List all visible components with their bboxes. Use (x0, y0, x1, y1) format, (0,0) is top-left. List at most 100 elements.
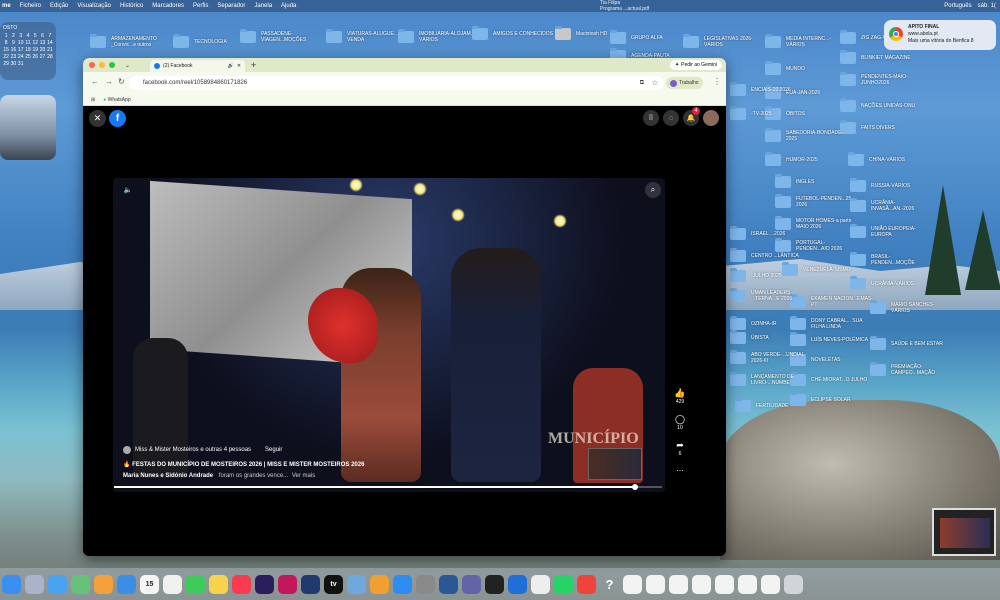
desktop-folder[interactable]: GRUPO ALFA (610, 30, 663, 44)
dock-notes-icon[interactable] (209, 574, 228, 594)
calendar-day[interactable]: 21 (47, 47, 53, 53)
mute-icon[interactable]: 🔈 (121, 183, 135, 197)
calendar-day[interactable]: 4 (25, 33, 31, 39)
dock-doc1-icon[interactable] (623, 574, 642, 594)
bookmark-star-icon[interactable]: ☆ (652, 79, 658, 87)
back-icon[interactable]: ← (91, 77, 99, 86)
video-search-icon[interactable]: ⌕ (645, 182, 661, 198)
dock-photoshop-icon[interactable] (301, 574, 320, 594)
new-tab-button[interactable]: + (251, 60, 256, 70)
calendar-day[interactable]: 6 (39, 33, 45, 39)
dock-anydesk-icon[interactable] (577, 574, 596, 594)
dock-chrome-icon[interactable] (531, 574, 550, 594)
dock-calendar-icon[interactable]: 15 (140, 574, 159, 594)
calendar-day[interactable]: 8 (3, 40, 9, 46)
desktop-folder[interactable]: ABO VERDE-...UNDIAL 2026-III (730, 350, 813, 364)
calendar-day[interactable]: 11 (25, 40, 31, 46)
desktop-folder[interactable]: ARMAZENAMENTO _Convic...e outros (90, 34, 173, 48)
dock-safari-icon[interactable] (117, 574, 136, 594)
url-bar[interactable]: facebook.com/reel/1058984860171826 ⧉ ☆ (129, 76, 664, 90)
desktop-folder[interactable]: OZINHA-IR (730, 316, 777, 330)
calendar-day[interactable]: 12 (32, 40, 39, 46)
dock-pages-icon[interactable] (370, 574, 389, 594)
see-more-link[interactable]: Ver mais (292, 473, 315, 479)
desktop-folder[interactable]: SAÚDE E BEM ESTAR (870, 336, 943, 350)
calendar-day[interactable]: 24 (18, 54, 24, 60)
desktop-folder[interactable]: PASSADENE-VIAGEN...MOÇÕES (240, 29, 323, 43)
calendar-day[interactable]: 7 (47, 33, 53, 39)
dock-indesign-icon[interactable] (278, 574, 297, 594)
dock-terminal-icon[interactable] (485, 574, 504, 594)
menu-grid-icon[interactable]: ⠿ (643, 110, 659, 126)
calendar-day[interactable]: 1 (3, 33, 9, 39)
zoom-window-button[interactable] (109, 62, 115, 68)
desktop-folder[interactable]: TECNOLOGIA (173, 34, 227, 48)
calendar-day[interactable]: 2 (10, 33, 16, 39)
calendar-day[interactable]: 22 (3, 54, 9, 60)
desktop-folder[interactable]: PENDENTES-MAIO-JUNHO2026 (840, 72, 923, 86)
progress-knob[interactable] (631, 484, 638, 490)
profile-button[interactable]: Trabalho (666, 77, 703, 89)
desktop-folder[interactable]: RUSSIA-VÁRIOS (850, 178, 910, 192)
menu-window[interactable]: Janela (254, 3, 272, 9)
tab-audio-icon[interactable]: 🔊 (228, 63, 234, 69)
dock-teams-icon[interactable] (462, 574, 481, 594)
dock-appstore-icon[interactable] (393, 574, 412, 594)
desktop-folder[interactable]: UMAN LEADERS ...TERNA...E 2026 (730, 288, 813, 302)
calendar-day[interactable]: 23 (10, 54, 17, 60)
dock-doc7-icon[interactable] (761, 574, 780, 594)
dock-preview-icon[interactable] (347, 574, 366, 594)
reel-author[interactable]: Miss & Mister Mosteiros e outras 4 pesso… (135, 447, 251, 453)
desktop-folder[interactable]: LUÍS NEVES-POLÉMICA (790, 332, 868, 346)
desktop-folder[interactable]: BLINKIET MAGAZINE (840, 50, 911, 64)
calendar-day[interactable]: 19 (32, 47, 39, 53)
facebook-logo-icon[interactable]: f (109, 110, 126, 127)
desktop-folder[interactable]: UCRÂNIA-INVASÃ...AN.-2026 (850, 198, 933, 212)
menu-status-file[interactable]: Tia Filipa Programa ...actual.pdf (600, 0, 649, 12)
dock-music-icon[interactable] (232, 574, 251, 594)
menu-app[interactable]: me (2, 3, 11, 9)
desktop-folder[interactable]: CENTRO ...LÂNTICA (730, 248, 799, 262)
menu-bookmarks[interactable]: Marcadores (152, 3, 184, 9)
desktop-folder[interactable]: FERTILIDADE (735, 398, 788, 412)
share-button[interactable]: ➦ 6 (673, 440, 687, 457)
desktop-folder[interactable]: HUMOR-2025 (765, 152, 818, 166)
dock-doc6-icon[interactable] (738, 574, 757, 594)
calendar-day[interactable]: 15 (3, 47, 9, 53)
video-progress-bar[interactable] (114, 484, 662, 490)
desktop-folder[interactable]: Macintosh HD (555, 26, 607, 40)
dock-doc5-icon[interactable] (715, 574, 734, 594)
menu-help[interactable]: Ajuda (281, 3, 296, 9)
more-options-icon[interactable]: ⋯ (673, 466, 687, 475)
calendar-day[interactable]: 16 (10, 47, 17, 53)
dock-doc4-icon[interactable] (692, 574, 711, 594)
follow-button[interactable]: Seguir (265, 447, 282, 453)
dock-doc3-icon[interactable] (669, 574, 688, 594)
dock-whatsapp-icon[interactable] (554, 574, 573, 594)
user-avatar[interactable] (703, 110, 719, 126)
desktop-folder[interactable]: MUNDO (765, 61, 805, 75)
calendar-day[interactable]: 3 (18, 33, 24, 39)
desktop-folder[interactable]: SABEDORIA-BONDADE-2025 (765, 128, 848, 142)
tab-close-icon[interactable]: ✕ (237, 63, 241, 69)
desktop-folder[interactable]: DONY CABRAL... SUA FILHA LINDA (790, 316, 873, 330)
tab-facebook[interactable]: (2) Facebook 🔊 ✕ (150, 60, 246, 72)
desktop-folder[interactable]: BRASIL-PENDEN...MOÇÕE (850, 252, 933, 266)
desktop-folder[interactable]: FUTEBOL-PENDEN...25-2026 (775, 194, 858, 208)
desktop-folder[interactable]: NAÇÕES UNIDAS-ONU (840, 98, 915, 112)
calendar-day[interactable]: 5 (32, 33, 38, 39)
close-reel-icon[interactable]: ✕ (89, 110, 106, 127)
comment-button[interactable]: ◯ 10 (673, 414, 687, 431)
menu-tab[interactable]: Separador (217, 3, 245, 9)
calendar-day[interactable]: 27 (39, 54, 46, 60)
bookmark-whatsapp[interactable]: ● WhatsApp (103, 97, 131, 103)
forward-icon[interactable]: → (105, 77, 113, 86)
desktop-folder[interactable]: ISRAEL ...2026 (730, 226, 785, 240)
more-menu-icon[interactable]: ⋮ (713, 77, 721, 86)
dock-photos-icon[interactable] (94, 574, 113, 594)
desktop-folder[interactable]: LANÇAMENTO DE LIVRO-...NUMBE (730, 372, 813, 386)
dock-word-icon[interactable] (439, 574, 458, 594)
apps-grid-icon[interactable]: ⊞ (91, 97, 95, 103)
pip-thumbnail[interactable] (932, 508, 996, 556)
gemini-button[interactable]: ✦ Pedir ao Gemini (669, 60, 722, 70)
